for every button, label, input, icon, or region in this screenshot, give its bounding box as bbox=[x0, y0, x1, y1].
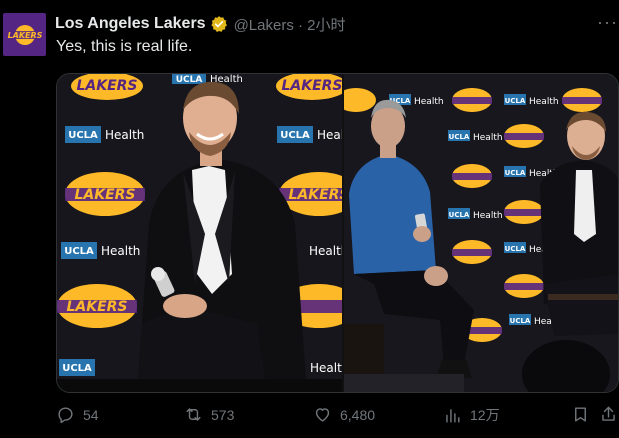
tweet-text: Yes, this is real life. bbox=[56, 38, 193, 55]
svg-text:Health: Health bbox=[414, 97, 444, 107]
svg-text:Health: Health bbox=[473, 211, 503, 221]
author-name[interactable]: Los Angeles Lakers bbox=[55, 15, 206, 33]
svg-text:UCLA: UCLA bbox=[176, 75, 203, 85]
svg-text:Health: Health bbox=[310, 361, 342, 375]
repost-button[interactable]: 573 bbox=[184, 405, 234, 424]
svg-text:UCLA: UCLA bbox=[449, 211, 470, 219]
svg-text:Health: Health bbox=[309, 244, 342, 258]
handle-and-time[interactable]: @Lakers · 2小时 bbox=[234, 14, 346, 35]
svg-text:UCLA: UCLA bbox=[510, 317, 531, 325]
reply-button[interactable]: 54 bbox=[56, 405, 99, 424]
svg-text:Health: Health bbox=[473, 133, 503, 143]
svg-text:UCLA: UCLA bbox=[280, 130, 310, 141]
svg-text:LAKERS: LAKERS bbox=[66, 299, 127, 315]
heart-icon bbox=[315, 408, 330, 422]
photo-left[interactable]: LAKERS LAKERS UCLA Health UCLA Health UC… bbox=[57, 74, 342, 392]
analytics-icon bbox=[446, 408, 460, 423]
repost-icon bbox=[186, 408, 201, 421]
view-count: 12万 bbox=[470, 407, 500, 423]
svg-text:LAKERS: LAKERS bbox=[281, 78, 342, 94]
svg-text:LAKERS: LAKERS bbox=[288, 187, 342, 203]
verified-badge-icon[interactable] bbox=[210, 15, 228, 33]
share-icon bbox=[602, 406, 615, 421]
like-count: 6,480 bbox=[340, 406, 376, 423]
share-button[interactable] bbox=[599, 405, 618, 424]
photo-right[interactable]: UCLA Health UCLA Health UCLA Health UCLA… bbox=[344, 74, 618, 392]
svg-text:UCLA: UCLA bbox=[68, 130, 98, 141]
svg-text:UCLA: UCLA bbox=[505, 169, 526, 177]
svg-text:Health: Health bbox=[105, 128, 144, 142]
svg-text:LAKERS: LAKERS bbox=[76, 78, 137, 94]
tweet-actions: 54 573 6,480 12万 bbox=[56, 405, 619, 431]
reply-count: 54 bbox=[83, 406, 99, 423]
like-button[interactable]: 6,480 bbox=[313, 405, 375, 424]
svg-text:UCLA: UCLA bbox=[449, 133, 470, 141]
views-button[interactable]: 12万 bbox=[443, 405, 500, 425]
tweet-media[interactable]: LAKERS LAKERS UCLA Health UCLA Health UC… bbox=[56, 73, 619, 393]
svg-text:UCLA: UCLA bbox=[64, 246, 94, 257]
svg-text:Health: Health bbox=[529, 97, 559, 107]
svg-text:UCLA: UCLA bbox=[62, 363, 92, 374]
repost-count: 573 bbox=[211, 406, 235, 423]
svg-text:LAKERS: LAKERS bbox=[7, 31, 42, 40]
svg-text:Health: Health bbox=[317, 128, 342, 142]
lakers-logo-icon: LAKERS bbox=[5, 24, 44, 45]
reply-icon bbox=[58, 407, 73, 424]
bookmark-button[interactable] bbox=[571, 405, 590, 424]
svg-text:UCLA: UCLA bbox=[505, 245, 526, 253]
svg-text:UCLA: UCLA bbox=[505, 97, 526, 105]
tweet-header: Los Angeles Lakers @Lakers · 2小时 bbox=[55, 14, 346, 34]
avatar[interactable]: LAKERS bbox=[3, 13, 46, 56]
svg-text:Health: Health bbox=[101, 244, 140, 258]
svg-text:LAKERS: LAKERS bbox=[74, 187, 135, 203]
bookmark-icon bbox=[575, 407, 586, 422]
more-options-button[interactable]: ··· bbox=[597, 12, 618, 33]
